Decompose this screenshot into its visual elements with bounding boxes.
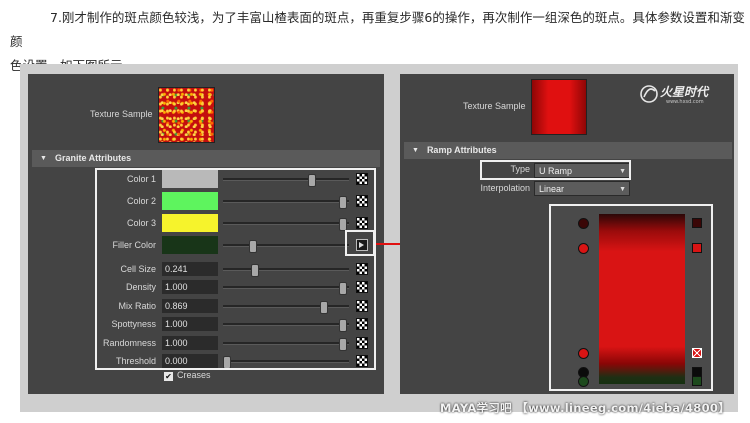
highlight-box-attributes <box>95 168 376 370</box>
highlight-box-filler-map <box>345 230 375 256</box>
granite-texture-swatch[interactable] <box>158 87 215 143</box>
creases-checkbox[interactable]: ✔ <box>164 372 173 381</box>
creases-label: Creases <box>177 370 211 380</box>
ramp-attributes-header[interactable]: ▼ Ramp Attributes <box>404 142 732 159</box>
section-title: Granite Attributes <box>54 153 132 163</box>
ramp-gradient[interactable] <box>599 214 685 384</box>
highlight-box-type <box>480 160 631 180</box>
ramp-delete-handle-icon[interactable] <box>692 348 702 359</box>
collapse-triangle-icon: ▼ <box>40 155 47 163</box>
interpolation-value: Linear <box>539 184 565 194</box>
ramp-editor <box>549 204 713 391</box>
collapse-triangle-icon: ▼ <box>412 147 419 155</box>
section-title: Ramp Attributes <box>426 145 497 155</box>
interpolation-dropdown[interactable]: Linear ▼ <box>534 181 630 196</box>
interpolation-label: Interpolation <box>480 183 530 193</box>
ramp-color-handle[interactable] <box>578 375 589 387</box>
watermark-text: MAYA学习吧 【www.lineeg.com/4ieba/4800】 <box>440 401 730 415</box>
ramp-texture-swatch[interactable] <box>531 79 587 135</box>
ramp-color-handle[interactable] <box>578 243 589 254</box>
ramp-color-handle[interactable] <box>578 217 589 229</box>
logo-url: www.hxsd.com <box>666 99 704 105</box>
ramp-position-handle[interactable] <box>692 243 702 253</box>
chevron-down-icon: ▼ <box>619 186 626 193</box>
ramp-position-handle[interactable] <box>692 375 702 386</box>
granite-attributes-header[interactable]: ▼ Granite Attributes <box>32 150 380 167</box>
intro-line-1: 7.刚才制作的斑点颜色较浅，为了丰富山楂表面的斑点，再重复步骤6的操作，再次制作… <box>10 10 745 49</box>
hxsd-logo: 火星时代 www.hxsd.com <box>640 85 710 105</box>
texture-sample-label-ramp: Texture Sample <box>463 101 526 111</box>
ramp-position-handle[interactable] <box>692 217 702 228</box>
ramp-color-handle[interactable] <box>578 348 589 360</box>
texture-sample-label: Texture Sample <box>90 109 153 119</box>
logo-text: 火星时代 <box>660 85 710 99</box>
